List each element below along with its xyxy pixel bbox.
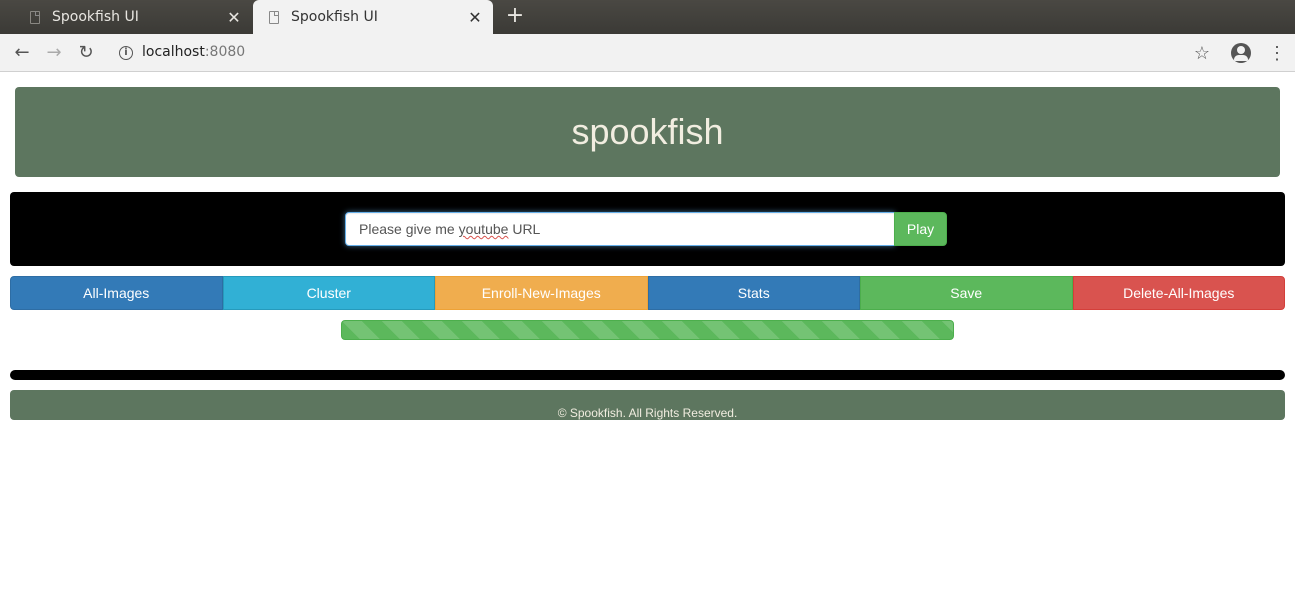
- input-text-part: Please give me: [359, 221, 459, 237]
- action-button-group: All-Images Cluster Enroll-New-Images Sta…: [10, 276, 1285, 310]
- page-title: spookfish: [571, 111, 724, 152]
- browser-toolbar: ← → ↻ i localhost:8080 ☆ ⋮: [0, 34, 1295, 72]
- back-arrow-icon[interactable]: ←: [10, 41, 34, 65]
- copyright-text: © Spookfish. All Rights Reserved.: [557, 406, 738, 420]
- account-icon[interactable]: [1231, 43, 1251, 63]
- divider: [10, 370, 1285, 380]
- page-icon: [269, 10, 279, 24]
- input-text-part: URL: [508, 221, 541, 237]
- browser-tab-strip: Spookfish UI ✕ Spookfish UI ✕ +: [0, 0, 1295, 34]
- input-text-misspelled: youtube: [458, 221, 509, 237]
- url-host: localhost: [142, 44, 205, 60]
- cluster-button[interactable]: Cluster: [222, 276, 435, 310]
- browser-tab-2[interactable]: Spookfish UI ✕: [253, 0, 493, 34]
- more-menu-icon[interactable]: ⋮: [1268, 41, 1286, 65]
- play-button[interactable]: Play: [894, 212, 947, 246]
- address-bar[interactable]: localhost:8080: [142, 44, 245, 60]
- stats-button[interactable]: Stats: [647, 276, 860, 310]
- browser-tab-1[interactable]: Spookfish UI ✕: [14, 0, 252, 34]
- enroll-new-images-button[interactable]: Enroll-New-Images: [435, 276, 648, 310]
- tab-title: Spookfish UI: [52, 9, 139, 25]
- header-panel: spookfish: [15, 87, 1280, 177]
- close-icon[interactable]: ✕: [465, 8, 485, 27]
- progress-fill: [342, 321, 953, 339]
- all-images-button[interactable]: All-Images: [10, 276, 223, 310]
- url-port: :8080: [204, 44, 246, 60]
- reload-icon[interactable]: ↻: [74, 41, 98, 65]
- info-icon[interactable]: i: [119, 46, 133, 60]
- progress-bar: [341, 320, 954, 340]
- forward-arrow-icon[interactable]: →: [42, 41, 66, 65]
- plus-icon[interactable]: +: [505, 5, 525, 29]
- footer: © Spookfish. All Rights Reserved.: [10, 390, 1285, 420]
- page-icon: [30, 10, 40, 24]
- delete-all-images-button[interactable]: Delete-All-Images: [1072, 276, 1285, 310]
- star-icon[interactable]: ☆: [1190, 41, 1214, 65]
- save-button[interactable]: Save: [860, 276, 1073, 310]
- youtube-url-input[interactable]: Please give me youtube URL: [345, 212, 895, 246]
- tab-title: Spookfish UI: [291, 9, 378, 25]
- close-icon[interactable]: ✕: [224, 8, 244, 27]
